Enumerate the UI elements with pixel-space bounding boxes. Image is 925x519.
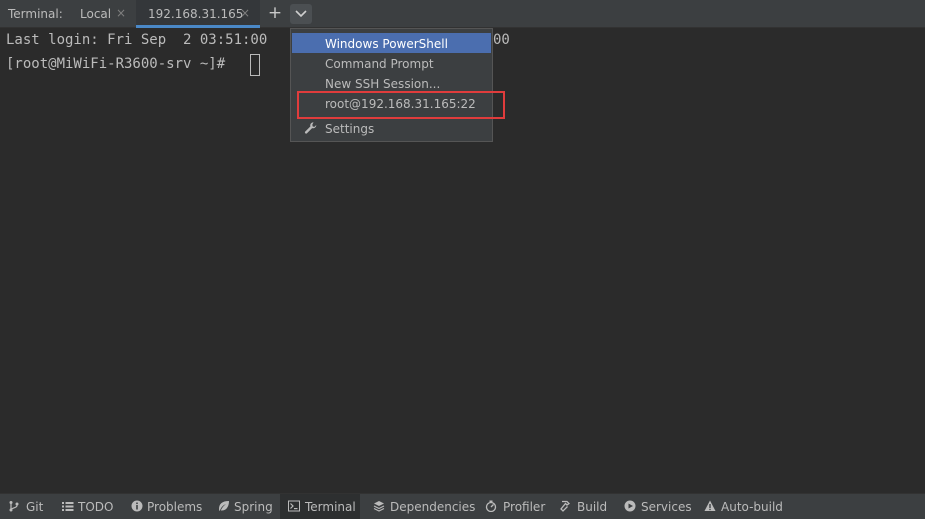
info-icon xyxy=(131,500,143,512)
tool-tab-label: Profiler xyxy=(503,500,546,514)
tool-tab-label: Problems xyxy=(147,500,203,514)
terminal-icon xyxy=(288,500,300,512)
menu-item-label: Windows PowerShell xyxy=(325,37,448,51)
list-icon xyxy=(62,502,74,511)
last-login-trailing-text: 00 xyxy=(493,32,510,48)
layers-icon xyxy=(373,501,385,512)
menu-item-label: New SSH Session... xyxy=(325,77,441,91)
hammer-icon xyxy=(560,500,570,512)
tool-tab-git[interactable]: Git xyxy=(8,494,48,519)
menu-item-label: Settings xyxy=(325,122,375,136)
tool-tab-dependencies[interactable]: Dependencies xyxy=(373,494,475,519)
warning-icon xyxy=(704,500,716,511)
menu-item-settings[interactable]: Settings xyxy=(292,118,491,138)
terminal-title: Terminal: xyxy=(8,7,63,21)
leaf-icon xyxy=(219,501,229,511)
tab-ssh-close-icon[interactable]: × xyxy=(240,6,250,20)
menu-item-command-prompt[interactable]: Command Prompt xyxy=(292,53,491,73)
menu-item-label: Command Prompt xyxy=(325,57,434,71)
tool-tab-label: Dependencies xyxy=(390,500,476,514)
tool-tab-label: Services xyxy=(641,500,692,514)
highlight-box xyxy=(297,91,505,119)
new-session-menu: Windows PowerShell Command Prompt New SS… xyxy=(290,28,493,142)
menu-item-new-ssh-session[interactable]: New SSH Session... xyxy=(292,73,491,93)
terminal-tab-bar: Terminal: Local × 192.168.31.165 × + xyxy=(0,0,925,28)
new-tab-dropdown-button[interactable] xyxy=(290,4,312,24)
tool-tab-label: Terminal xyxy=(305,500,356,514)
tool-tab-spring[interactable]: Spring xyxy=(218,494,274,519)
shell-prompt: [root@MiWiFi-R3600-srv ~]# xyxy=(6,56,234,72)
branch-icon xyxy=(9,501,19,512)
tab-local-close-icon[interactable]: × xyxy=(116,6,126,20)
new-tab-plus-icon[interactable]: + xyxy=(266,3,284,23)
tab-ssh-label: 192.168.31.165 xyxy=(148,7,244,21)
menu-item-windows-powershell[interactable]: Windows PowerShell xyxy=(292,33,491,53)
ide-terminal-window: Terminal: Local × 192.168.31.165 × + Las… xyxy=(0,0,925,519)
terminal-cursor xyxy=(250,54,260,76)
last-login-line: Last login: Fri Sep 2 03:51:00 xyxy=(6,32,268,48)
tool-tab-terminal[interactable]: Terminal xyxy=(280,494,360,519)
tool-tab-services[interactable]: Services xyxy=(624,494,692,519)
tool-tab-problems[interactable]: Problems xyxy=(131,494,203,519)
profiler-icon xyxy=(485,500,497,512)
tool-tab-auto-build[interactable]: Auto-build xyxy=(704,494,788,519)
tool-tab-label: Git xyxy=(26,500,44,514)
tool-tab-label: TODO xyxy=(78,500,114,514)
chevron-down-icon xyxy=(295,10,307,18)
tool-tab-profiler[interactable]: Profiler xyxy=(485,494,545,519)
wrench-icon xyxy=(304,122,317,134)
tool-tab-label: Build xyxy=(577,500,608,514)
tab-ssh-session[interactable]: 192.168.31.165 × xyxy=(136,0,260,28)
tool-window-bar: Git TODO Problems Spring Terminal Depend… xyxy=(0,493,925,519)
tab-local[interactable]: Local × xyxy=(70,0,134,28)
tab-local-label: Local xyxy=(80,7,112,21)
tool-tab-label: Auto-build xyxy=(721,500,783,514)
tool-tab-label: Spring xyxy=(234,500,273,514)
services-icon xyxy=(624,500,636,512)
tool-tab-build[interactable]: Build xyxy=(560,494,608,519)
tool-tab-todo[interactable]: TODO xyxy=(62,494,116,519)
